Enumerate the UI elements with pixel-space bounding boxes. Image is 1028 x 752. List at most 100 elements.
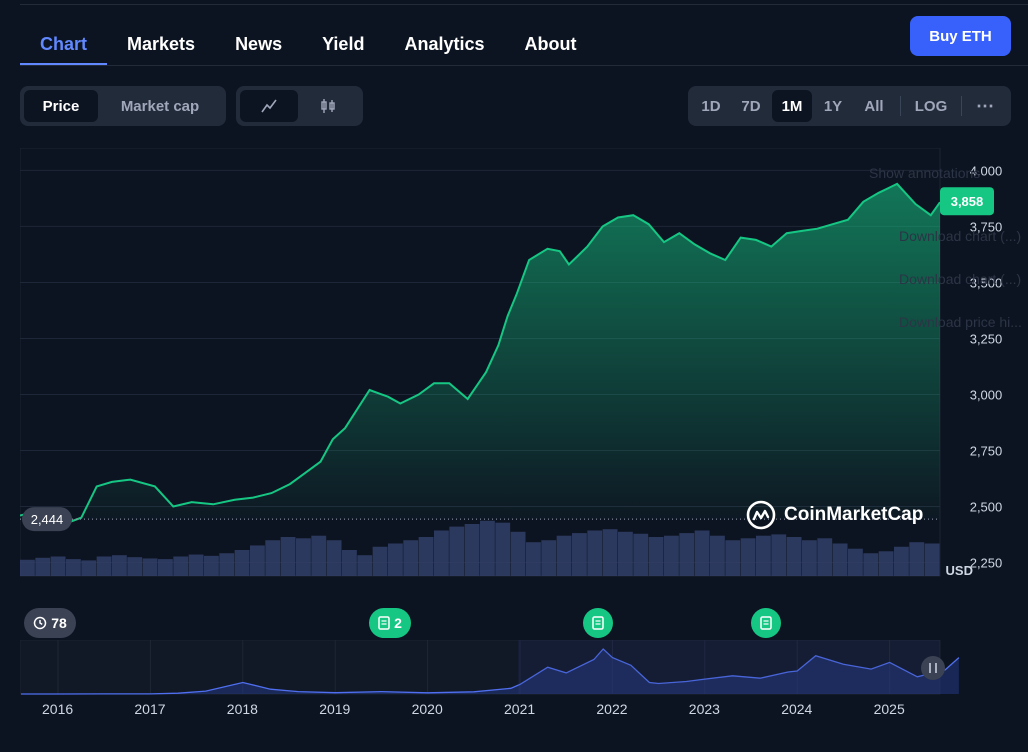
news-count: 2 — [394, 615, 402, 631]
y-tick-label: 2,250 — [970, 556, 1003, 571]
volume-bar — [464, 524, 480, 576]
volume-bar — [495, 522, 511, 576]
candlestick-button[interactable] — [298, 90, 358, 122]
price-area — [20, 183, 940, 523]
baseline-price-value: 2,444 — [31, 512, 64, 527]
y-axis-labels: 2,2502,5002,7503,0003,2503,5003,7504,000 — [970, 163, 1003, 570]
history-icon — [33, 616, 47, 630]
range-all[interactable]: All — [854, 90, 894, 122]
line-chart-button[interactable] — [240, 90, 298, 122]
brand-name: CoinMarketCap — [784, 504, 924, 525]
volume-bar — [50, 556, 66, 576]
download-price-history-option[interactable]: Download price hi... — [899, 314, 1022, 330]
line-chart-icon — [261, 99, 277, 113]
range-1y[interactable]: 1Y — [812, 90, 854, 122]
volume-bar — [771, 534, 787, 576]
volume-bar — [572, 533, 587, 576]
overview-year-label: 2020 — [411, 701, 443, 717]
top-divider — [20, 4, 1028, 5]
volume-bar — [633, 533, 649, 576]
volume-bar — [81, 560, 97, 576]
coinmarketcap-logo: CoinMarketCap — [746, 500, 923, 530]
range-toggle: 1D 7D 1M 1Y All LOG ⋯ — [688, 86, 1011, 126]
tab-markets[interactable]: Markets — [107, 30, 215, 66]
volume-bar — [832, 543, 848, 576]
volume-bar — [924, 543, 940, 576]
volume-bar — [265, 540, 281, 576]
volume-bar — [173, 556, 189, 576]
chart-type-toggle — [236, 86, 363, 126]
coinmarketcap-icon — [746, 500, 776, 530]
volume-bar — [587, 530, 603, 576]
download-chart-png-option[interactable]: Download chart (...) — [899, 228, 1021, 244]
volume-bar — [618, 531, 633, 576]
volume-bar — [66, 559, 81, 576]
volume-bar — [602, 529, 618, 576]
volume-bar — [863, 553, 879, 576]
range-1m[interactable]: 1M — [772, 90, 812, 122]
document-icon — [592, 616, 604, 630]
overview-handle[interactable] — [921, 656, 945, 680]
tab-yield[interactable]: Yield — [302, 30, 384, 66]
log-toggle[interactable]: LOG — [907, 90, 955, 122]
overview-year-label: 2023 — [688, 701, 720, 717]
volume-bar — [434, 530, 449, 576]
volume-bar — [35, 557, 51, 576]
tab-about[interactable]: About — [505, 30, 597, 66]
volume-bar — [679, 533, 695, 576]
volume-bar — [710, 535, 725, 576]
volume-bar — [556, 535, 572, 576]
tab-analytics[interactable]: Analytics — [384, 30, 504, 66]
history-badge[interactable]: 78 — [24, 608, 76, 638]
tabs-divider — [20, 65, 1028, 66]
overview-year-label: 2017 — [134, 701, 166, 717]
volume-bar — [418, 537, 434, 576]
volume-bar — [388, 543, 403, 576]
document-icon — [378, 616, 390, 630]
download-chart-svg-option[interactable]: Download chart (...) — [899, 271, 1021, 287]
news-marker[interactable] — [751, 608, 781, 638]
volume-bar — [142, 558, 158, 576]
overview-navigator[interactable] — [20, 640, 1028, 700]
volume-bar — [648, 537, 664, 576]
volume-bar — [756, 535, 771, 576]
range-separator — [961, 96, 962, 116]
volume-bar — [219, 553, 235, 576]
volume-bar — [112, 555, 127, 576]
overview-year-label: 2025 — [873, 701, 905, 717]
overview-year-label: 2022 — [596, 701, 628, 717]
volume-bar — [449, 526, 465, 576]
volume-bar — [664, 535, 679, 576]
tab-chart[interactable]: Chart — [20, 30, 108, 66]
more-button[interactable]: ⋯ — [968, 90, 1002, 122]
volume-bar — [848, 548, 863, 576]
volume-bar — [480, 520, 495, 576]
volume-bar — [296, 538, 311, 576]
volume-bar — [250, 545, 265, 576]
overview-year-label: 2021 — [504, 701, 536, 717]
volume-bar — [311, 535, 327, 576]
y-tick-label: 2,500 — [970, 500, 1003, 515]
volume-bar — [740, 538, 756, 576]
range-1d[interactable]: 1D — [692, 90, 730, 122]
range-7d[interactable]: 7D — [730, 90, 772, 122]
news-marker[interactable]: 2 — [369, 608, 411, 638]
volume-bar — [20, 559, 35, 576]
currency-label: USD — [946, 563, 973, 578]
volume-bar — [786, 537, 802, 576]
news-marker[interactable] — [583, 608, 613, 638]
buy-eth-button[interactable]: Buy ETH — [910, 16, 1011, 56]
show-annotations-option[interactable]: Show annotations — [869, 165, 980, 181]
price-option[interactable]: Price — [24, 90, 98, 122]
market-cap-option[interactable]: Market cap — [98, 90, 222, 122]
volume-bar — [894, 546, 909, 576]
volume-bar — [909, 542, 925, 576]
price-marketcap-toggle: Price Market cap — [20, 86, 226, 126]
tab-news[interactable]: News — [215, 30, 302, 66]
overview-year-label: 2019 — [319, 701, 351, 717]
range-separator — [900, 96, 901, 116]
more-icon: ⋯ — [976, 95, 994, 116]
volume-bar — [526, 542, 541, 576]
y-tick-label: 3,000 — [970, 387, 1003, 402]
volume-bar — [96, 556, 112, 576]
